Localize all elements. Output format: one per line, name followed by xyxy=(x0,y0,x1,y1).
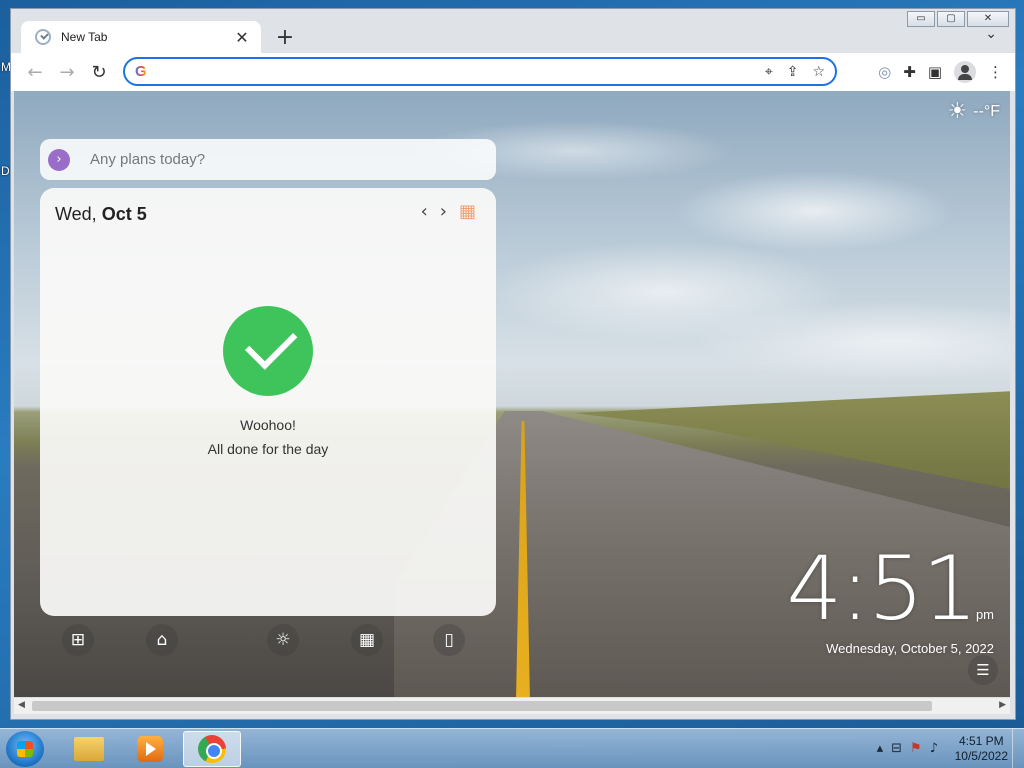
system-tray: ▴ ⊟ ⚑ ♪ xyxy=(877,741,938,756)
tab-favicon-icon xyxy=(35,29,51,45)
chevron-right-icon[interactable]: › xyxy=(440,201,447,222)
home-icon[interactable]: ⌂ xyxy=(146,624,178,656)
network-icon[interactable]: ⊟ xyxy=(891,741,902,756)
weather-temp: --°F xyxy=(973,102,1000,120)
folder-icon xyxy=(74,737,104,761)
address-input[interactable] xyxy=(159,63,765,80)
share-icon[interactable]: ⇪ xyxy=(787,64,799,80)
settings-sliders-icon[interactable]: ☰ xyxy=(968,655,998,685)
new-tab-page: ☀ --°F › Wed, Oct 5 ‹ › ▦ Woohoo! All do… xyxy=(14,91,1010,697)
clock-date: Wednesday, October 5, 2022 xyxy=(826,641,994,656)
show-hidden-icons-icon[interactable]: ▴ xyxy=(877,741,884,756)
status-title: Woohoo! xyxy=(240,417,296,433)
clock-ampm: pm xyxy=(975,607,994,622)
plans-input[interactable] xyxy=(90,151,470,168)
action-center-flag-icon[interactable]: ⚑ xyxy=(910,741,922,756)
taskbar-date: 10/5/2022 xyxy=(954,749,1008,763)
taskbar-clock[interactable]: 4:51 PM 10/5/2022 xyxy=(955,734,1008,764)
media-player-icon xyxy=(137,736,163,762)
sun-icon: ☀ xyxy=(947,99,968,124)
taskbar: ▴ ⊟ ⚑ ♪ 4:51 PM 10/5/2022 xyxy=(0,728,1024,768)
kebab-menu-icon[interactable]: ⋮ xyxy=(988,63,1003,81)
show-desktop-button[interactable] xyxy=(1012,729,1024,768)
document-icon[interactable]: ▯ xyxy=(433,624,465,656)
forward-button[interactable]: → xyxy=(51,62,83,83)
clock-time: 4:51 xyxy=(786,537,978,640)
taskbar-media-player[interactable] xyxy=(121,731,179,767)
window-controls: ▭ ▢ ✕ xyxy=(907,11,1009,27)
reload-button[interactable]: ↻ xyxy=(83,62,115,83)
tab-title: New Tab xyxy=(61,30,108,44)
maximize-button[interactable]: ▢ xyxy=(937,11,965,27)
weather-widget[interactable]: ☀ --°F xyxy=(947,99,1000,124)
extension-icon[interactable]: ◎ xyxy=(878,63,891,81)
taskbar-time: 4:51 PM xyxy=(958,734,1004,748)
chrome-icon xyxy=(198,735,226,763)
bottom-dock: ⊞ ⌂ ☼ ▦ ▯ xyxy=(40,624,496,656)
taskbar-chrome[interactable] xyxy=(183,731,241,767)
chevron-right-icon[interactable]: › xyxy=(48,148,70,171)
start-button[interactable] xyxy=(6,731,44,767)
close-tab-icon[interactable]: ✕ xyxy=(233,28,251,47)
chevron-left-icon[interactable]: ‹ xyxy=(421,201,428,222)
profile-avatar-icon[interactable] xyxy=(954,61,976,83)
clock-widget: 4:51pm Wednesday, October 5, 2022 xyxy=(786,545,994,657)
card-day: Wed, xyxy=(55,204,97,224)
card-date-value: Oct 5 xyxy=(101,204,147,224)
close-window-button[interactable]: ✕ xyxy=(967,11,1009,27)
location-icon[interactable]: ⌖ xyxy=(765,64,773,80)
tab-search-chevron-icon[interactable]: ⌄ xyxy=(985,26,997,42)
scroll-left-icon[interactable]: ◀ xyxy=(18,700,25,710)
scrollbar-thumb[interactable] xyxy=(32,701,932,711)
minimize-button[interactable]: ▭ xyxy=(907,11,935,27)
scroll-right-icon[interactable]: ▶ xyxy=(999,700,1006,710)
back-button[interactable]: ← xyxy=(19,62,51,83)
card-date: Wed, Oct 5 xyxy=(55,204,147,225)
google-icon: G xyxy=(135,63,153,80)
address-bar[interactable]: G ⌖ ⇪ ☆ xyxy=(123,57,837,86)
checkmark-icon xyxy=(223,306,313,396)
todo-card: Wed, Oct 5 ‹ › ▦ Woohoo! All done for th… xyxy=(40,188,496,616)
status-subtitle: All done for the day xyxy=(207,441,329,457)
calendar-icon[interactable]: ▦ xyxy=(459,201,476,222)
new-tab-button[interactable]: + xyxy=(273,25,297,50)
plans-bar[interactable]: › xyxy=(40,139,496,180)
puzzle-icon[interactable]: ✚ xyxy=(903,63,916,81)
calendar-icon[interactable]: ▦ xyxy=(351,624,383,656)
tab-strip: New Tab ✕ + ⌄ ▭ ▢ ✕ xyxy=(11,9,1015,53)
grid-icon[interactable]: ⊞ xyxy=(62,624,94,656)
browser-toolbar: ← → ↻ G ⌖ ⇪ ☆ ◎ ✚ ▣ ⋮ xyxy=(11,53,1015,91)
desktop-icon-label-fragment[interactable]: D xyxy=(1,164,10,178)
sun-icon[interactable]: ☼ xyxy=(267,624,299,656)
browser-window: New Tab ✕ + ⌄ ▭ ▢ ✕ ← → ↻ G ⌖ ⇪ ☆ ◎ ✚ ▣ xyxy=(10,8,1016,720)
taskbar-explorer[interactable] xyxy=(60,731,118,767)
bookmark-star-icon[interactable]: ☆ xyxy=(812,64,825,80)
volume-icon[interactable]: ♪ xyxy=(930,741,938,756)
tab-new-tab[interactable]: New Tab ✕ xyxy=(21,21,261,53)
side-panel-icon[interactable]: ▣ xyxy=(928,63,942,81)
horizontal-scrollbar[interactable]: ◀ ▶ xyxy=(14,697,1010,714)
